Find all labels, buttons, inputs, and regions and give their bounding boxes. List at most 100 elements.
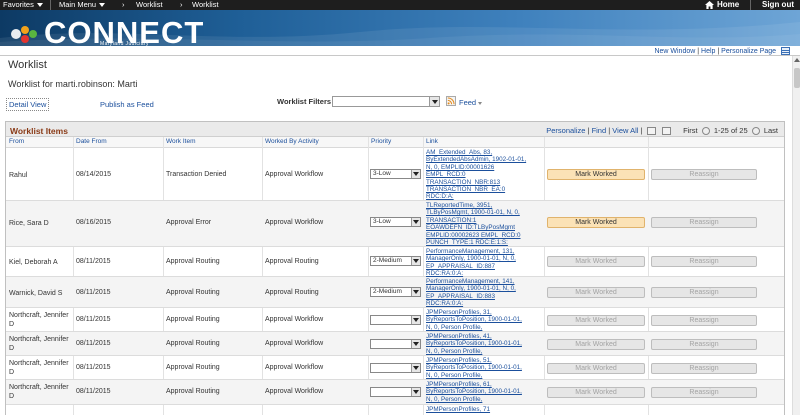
reassign-button[interactable]: Reassign — [651, 169, 757, 180]
breadcrumb-worklist-2[interactable]: Worklist — [192, 0, 219, 10]
find-link[interactable]: Find — [592, 126, 607, 135]
reassign-button[interactable]: Reassign — [651, 256, 757, 267]
priority-select[interactable] — [370, 363, 421, 373]
cell-from: Northcraft, Jennifer D — [9, 384, 69, 400]
work-item-link[interactable]: JPMPersonProfiles, 51, ByReportsToPositi… — [426, 357, 544, 380]
first-label: First — [683, 126, 698, 135]
column-work-item[interactable]: Work Item — [166, 138, 196, 148]
chevron-down-icon[interactable] — [411, 218, 420, 226]
new-window-link[interactable]: New Window — [654, 48, 695, 55]
table-row: Northcraft, Jennifer D 08/11/2015 Approv… — [6, 356, 784, 380]
cell-date-from: 08/16/2015 — [76, 219, 112, 226]
mark-worked-button[interactable]: Mark Worked — [547, 339, 645, 350]
work-item-link[interactable]: JPMPersonProfiles, 61, ByReportsToPositi… — [426, 381, 544, 405]
main-menu-label: Main Menu — [59, 0, 97, 9]
mark-worked-button[interactable]: Mark Worked — [547, 256, 645, 267]
cell-from: Rice, Sara D — [9, 220, 49, 227]
page-title: Worklist — [8, 59, 47, 71]
chevron-down-icon[interactable] — [411, 170, 420, 178]
chevron-down-icon[interactable] — [411, 257, 420, 265]
chevron-down-icon[interactable] — [429, 97, 439, 106]
chevron-down-icon[interactable] — [411, 288, 420, 296]
scroll-up-icon[interactable] — [794, 58, 800, 62]
next-icon[interactable] — [751, 127, 760, 136]
logo-subtitle: Maryland Judiciary — [100, 41, 149, 47]
table-row: Northcraft, Jennifer D 08/11/2015 Approv… — [6, 308, 784, 332]
table-row: Kiel, Deborah A 08/11/2015 Approval Rout… — [6, 247, 784, 277]
priority-value: 2-Medium — [373, 288, 402, 295]
page-scrollbar[interactable] — [792, 56, 800, 415]
help-link[interactable]: Help — [701, 48, 715, 55]
feed-menu[interactable]: Feed — [459, 98, 483, 107]
mark-worked-button[interactable]: Mark Worked — [547, 287, 645, 298]
work-item-link[interactable]: JPMPersonProfiles, 71 — [426, 406, 544, 415]
priority-select[interactable]: 2-Medium — [370, 287, 421, 297]
reassign-button[interactable]: Reassign — [651, 363, 757, 374]
priority-select[interactable] — [370, 339, 421, 349]
previous-icon[interactable] — [701, 127, 710, 136]
main-menu[interactable]: Main Menu — [59, 0, 106, 10]
publish-as-feed-link[interactable]: Publish as Feed — [100, 100, 154, 109]
download-icon[interactable] — [661, 127, 671, 136]
home-link[interactable]: Home — [705, 0, 739, 10]
cell-from: Northcraft, Jennifer D — [9, 312, 69, 328]
priority-select[interactable] — [370, 387, 421, 397]
chevron-down-icon — [478, 101, 483, 105]
worklist-filters-select[interactable] — [332, 96, 440, 107]
feed-icon[interactable] — [446, 96, 456, 106]
column-worked-by-activity[interactable]: Worked By Activity — [265, 138, 319, 148]
favorites-menu[interactable]: Favorites — [3, 0, 43, 10]
priority-select[interactable]: 2-Medium — [370, 256, 421, 266]
worklist-owner: Worklist for marti.robinson: Marti — [8, 79, 138, 89]
table-row: JPMPersonProfiles, 71 — [6, 405, 784, 415]
cell-from: Warnick, David S — [9, 290, 63, 297]
work-item-link[interactable]: PerformanceManagement, 141, ManagerOnly,… — [426, 278, 544, 308]
cell-from: Northcraft, Jennifer D — [9, 360, 69, 376]
reassign-button[interactable]: Reassign — [651, 315, 757, 326]
work-item-link[interactable]: JPMPersonProfiles, 41, ByReportsToPositi… — [426, 333, 544, 356]
mark-worked-button[interactable]: Mark Worked — [547, 387, 645, 398]
column-link[interactable]: Link — [426, 138, 438, 148]
detail-view-link[interactable]: Detail View — [6, 98, 50, 111]
work-item-link[interactable]: AM_Extended_Abs, 83, ByExtendedAbsAdmin,… — [426, 149, 544, 201]
column-date-from[interactable]: Date From — [76, 138, 107, 148]
cell-date-from: 08/11/2015 — [76, 388, 111, 395]
table-row: Rahul 08/14/2015 Transaction Denied Appr… — [6, 148, 784, 201]
scrollbar-thumb[interactable] — [794, 68, 800, 88]
cell-from: Northcraft, Jennifer D — [9, 336, 69, 352]
sign-out-link[interactable]: Sign out — [762, 0, 794, 10]
work-item-link[interactable]: PerformanceManagement, 131, ManagerOnly,… — [426, 248, 544, 277]
cell-activity: Approval Workflow — [265, 340, 324, 347]
zoom-icon[interactable] — [646, 127, 656, 136]
chevron-down-icon[interactable] — [411, 364, 420, 372]
reassign-button[interactable]: Reassign — [651, 287, 757, 298]
cell-work-item: Approval Routing — [166, 258, 220, 265]
personalize-page-link[interactable]: Personalize Page — [721, 48, 776, 55]
priority-select[interactable] — [370, 315, 421, 325]
mark-worked-button[interactable]: Mark Worked — [547, 217, 645, 228]
mark-worked-button[interactable]: Mark Worked — [547, 315, 645, 326]
column-from[interactable]: From — [9, 138, 24, 148]
page-layout-icon[interactable] — [781, 47, 790, 55]
mark-worked-button[interactable]: Mark Worked — [547, 169, 645, 180]
breadcrumb-worklist-1[interactable]: Worklist — [136, 0, 163, 10]
column-priority[interactable]: Priority — [371, 138, 391, 148]
sign-out-label: Sign out — [762, 0, 794, 9]
chevron-down-icon[interactable] — [411, 388, 420, 396]
row-range: 1-25 of 25 — [713, 126, 748, 135]
priority-select[interactable]: 3-Low — [370, 169, 421, 179]
priority-value: 2-Medium — [373, 257, 402, 264]
chevron-down-icon[interactable] — [411, 340, 420, 348]
view-all-link[interactable]: View All — [612, 126, 638, 135]
work-item-link[interactable]: TLReportedTime, 3951, TLByPosMgmt, 1900-… — [426, 202, 544, 247]
reassign-button[interactable]: Reassign — [651, 387, 757, 398]
cell-activity: Approval Routing — [265, 289, 319, 296]
reassign-button[interactable]: Reassign — [651, 339, 757, 350]
mark-worked-button[interactable]: Mark Worked — [547, 363, 645, 374]
personalize-grid-link[interactable]: Personalize — [546, 126, 585, 135]
top-nav-bar: Favorites Main Menu › Worklist › Worklis… — [0, 0, 800, 10]
work-item-link[interactable]: JPMPersonProfiles, 31, ByReportsToPositi… — [426, 309, 544, 332]
reassign-button[interactable]: Reassign — [651, 217, 757, 228]
priority-select[interactable]: 3-Low — [370, 217, 421, 227]
chevron-down-icon[interactable] — [411, 316, 420, 324]
